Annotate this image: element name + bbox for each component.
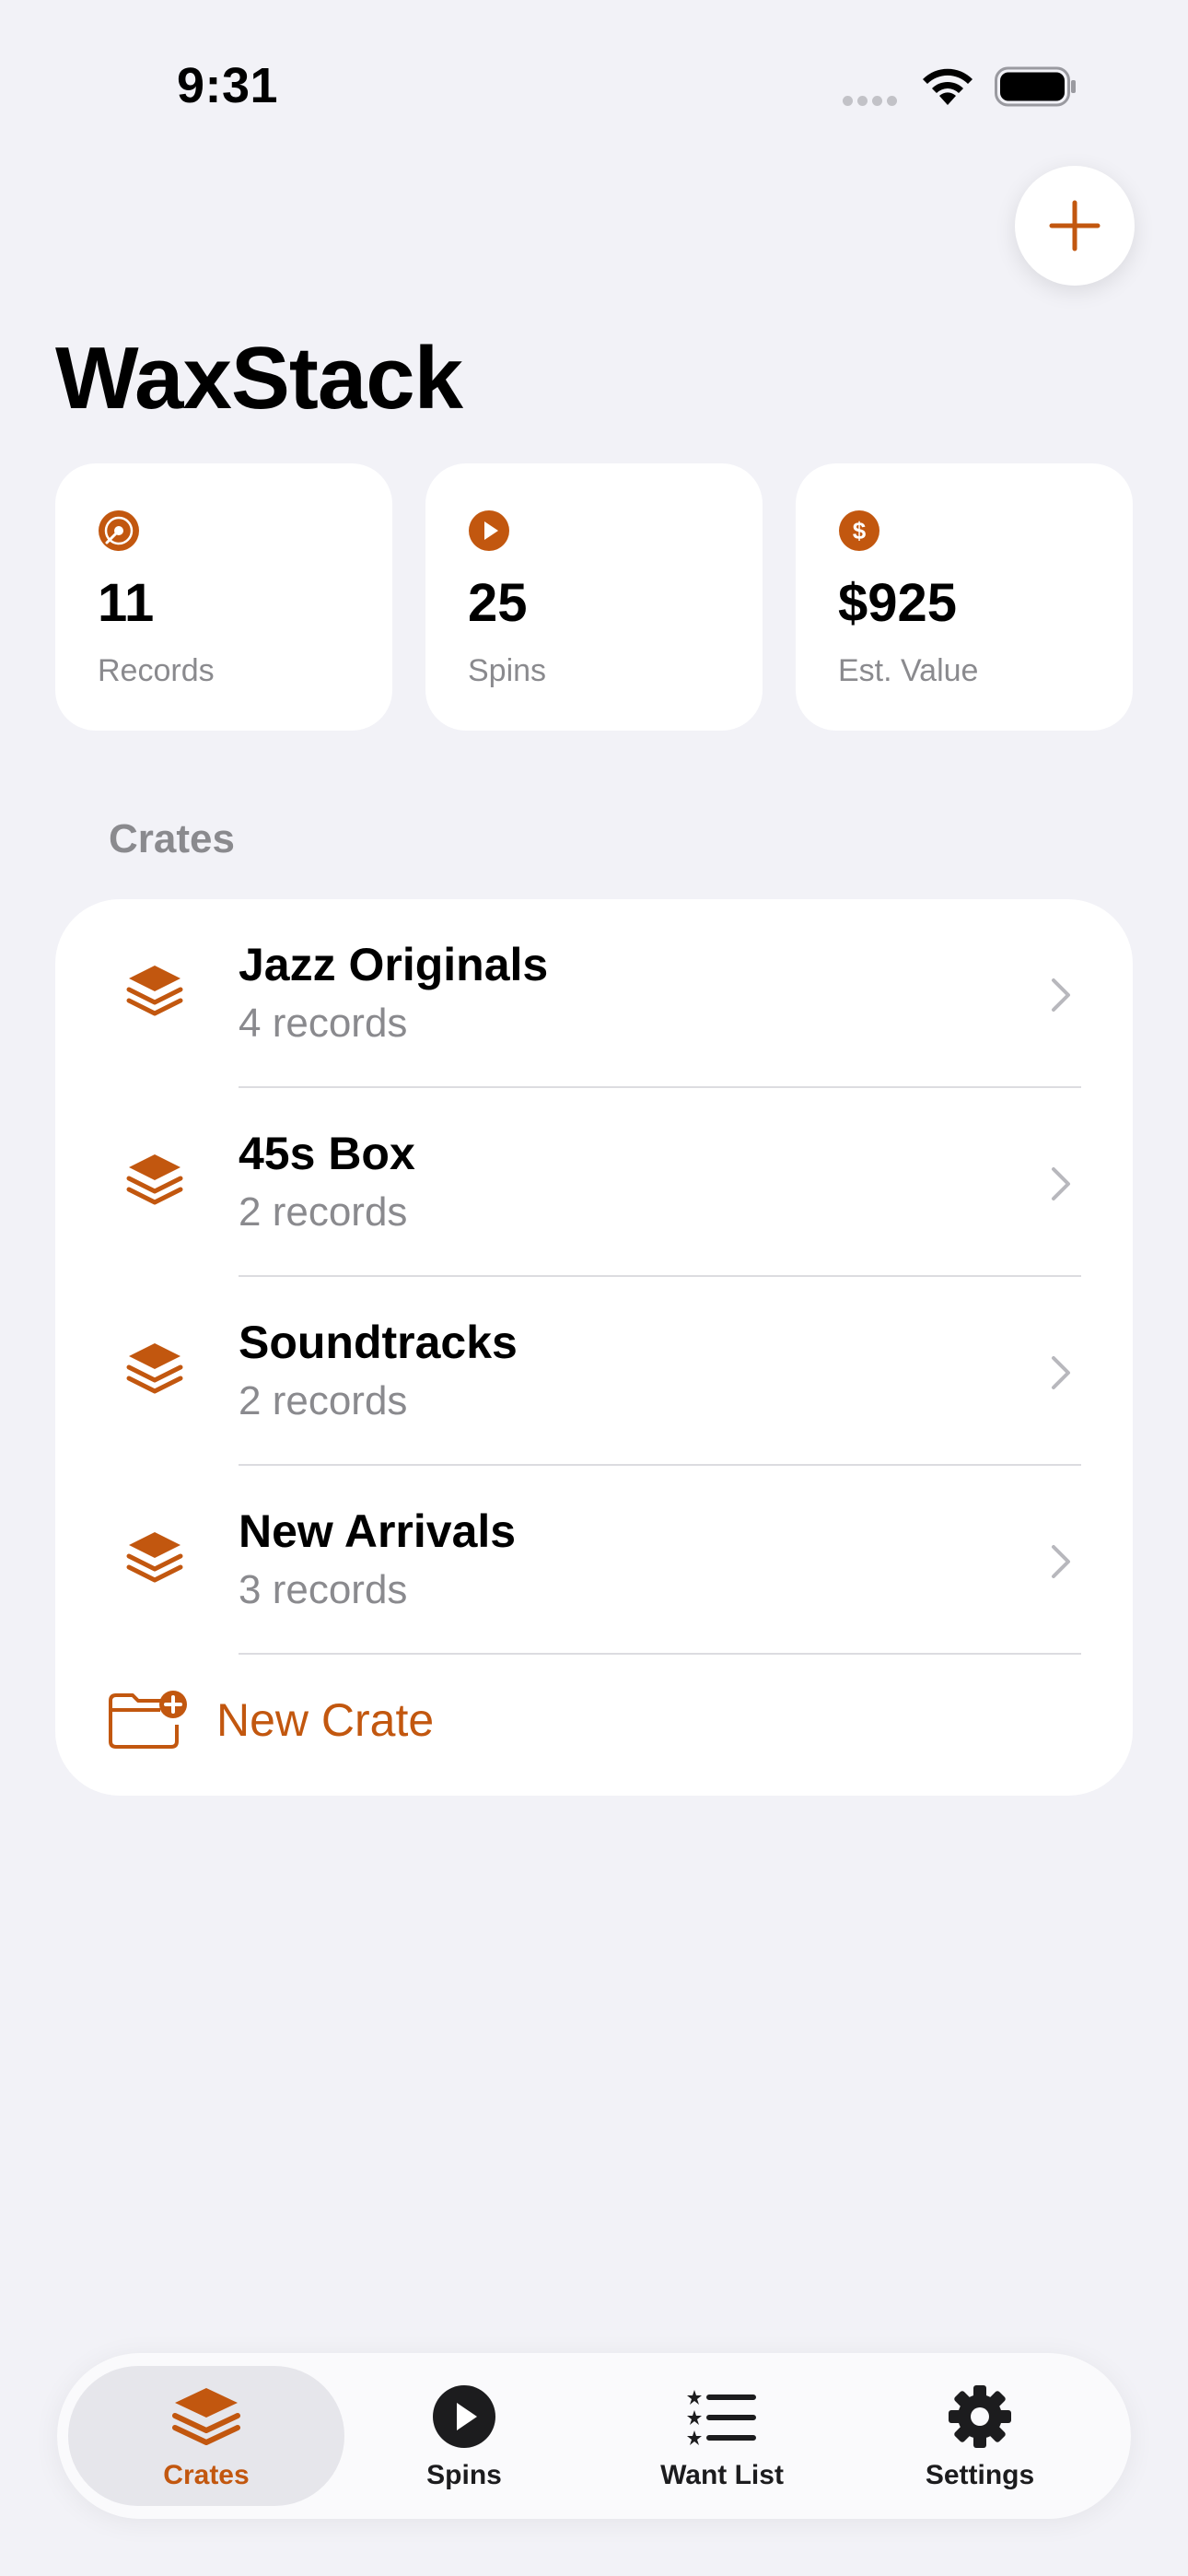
tab-crates[interactable]: Crates <box>68 2366 344 2506</box>
stat-value: $925 <box>838 573 958 633</box>
stat-card-spins: 25 Spins <box>425 463 763 731</box>
dollar-circle-icon: $ <box>839 510 879 551</box>
tab-want-list[interactable]: Want List <box>584 2366 860 2506</box>
status-time: 9:31 <box>177 58 279 113</box>
new-crate-label: New Crate <box>216 1694 435 1746</box>
battery-icon <box>995 66 1076 107</box>
stack-icon <box>172 2388 240 2445</box>
crate-row[interactable]: 45s Box 2 records <box>55 1088 1133 1277</box>
tab-label: Settings <box>925 2460 1035 2490</box>
crates-list: Jazz Originals 4 records 45s Box 2 recor… <box>55 899 1133 1796</box>
page-title: WaxStack <box>55 329 463 427</box>
crate-name: New Arrivals <box>239 1505 517 1557</box>
stack-icon <box>126 1343 183 1394</box>
tab-bar: Crates Spins Want List Settings <box>57 2353 1131 2519</box>
cellular-signal-icon <box>843 94 903 106</box>
crate-count: 4 records <box>239 1001 408 1046</box>
crate-count: 3 records <box>239 1567 408 1612</box>
stat-label: Records <box>98 653 215 688</box>
stack-icon <box>126 1532 183 1583</box>
crate-name: 45s Box <box>239 1128 415 1179</box>
crate-row[interactable]: Jazz Originals 4 records <box>55 899 1133 1088</box>
crate-count: 2 records <box>239 1189 408 1235</box>
stat-label: Est. Value <box>838 653 979 688</box>
chevron-right-icon <box>1052 978 1070 1012</box>
stat-card-records: 11 Records <box>55 463 392 731</box>
new-crate-button[interactable]: New Crate <box>55 1655 1133 1774</box>
svg-text:$: $ <box>853 517 867 544</box>
tab-spins[interactable]: Spins <box>326 2366 602 2506</box>
crate-row[interactable]: Soundtracks 2 records <box>55 1277 1133 1466</box>
tab-settings[interactable]: Settings <box>842 2366 1118 2506</box>
tab-label: Want List <box>660 2460 784 2490</box>
stack-icon <box>126 1154 183 1205</box>
wifi-icon <box>923 68 973 105</box>
gear-icon <box>949 2385 1011 2448</box>
stat-value: 25 <box>468 573 528 633</box>
stack-icon <box>126 966 183 1016</box>
play-circle-icon <box>433 2385 495 2448</box>
stat-card-value: $ $925 Est. Value <box>796 463 1133 731</box>
section-header-crates: Crates <box>109 816 235 861</box>
crate-row[interactable]: New Arrivals 3 records <box>55 1466 1133 1655</box>
stat-value: 11 <box>98 573 155 633</box>
crate-count: 2 records <box>239 1378 408 1423</box>
vinyl-record-icon <box>99 510 139 551</box>
tab-label: Spins <box>426 2460 502 2490</box>
add-record-button[interactable] <box>1015 166 1135 286</box>
stat-label: Spins <box>468 653 547 688</box>
folder-add-icon <box>109 1691 187 1749</box>
plus-icon <box>1049 200 1101 252</box>
play-circle-icon <box>469 510 509 551</box>
list-star-icon <box>687 2390 756 2445</box>
chevron-right-icon <box>1052 1545 1070 1578</box>
tab-label: Crates <box>163 2460 250 2490</box>
crate-name: Soundtracks <box>239 1317 518 1368</box>
crate-name: Jazz Originals <box>239 939 549 990</box>
chevron-right-icon <box>1052 1356 1070 1389</box>
chevron-right-icon <box>1052 1167 1070 1200</box>
